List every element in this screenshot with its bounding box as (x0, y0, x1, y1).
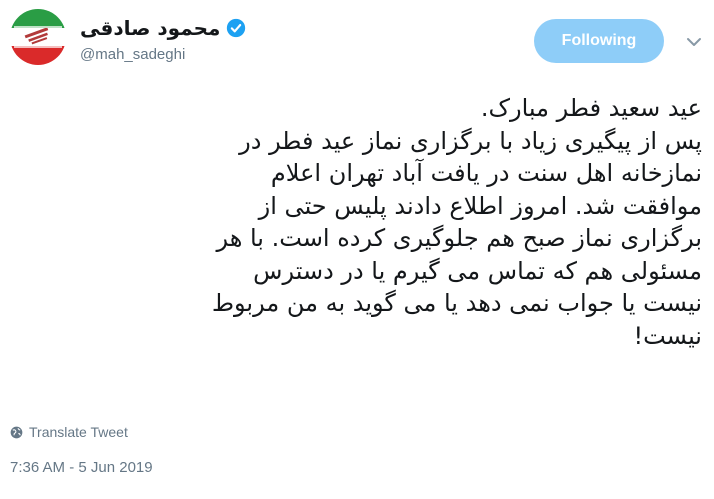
tweet-text-line: برگزاری نماز صبح هم جلوگیری کرده است. با… (216, 224, 702, 252)
tweet-timestamp[interactable]: 7:36 AM - 5 Jun 2019 (10, 459, 153, 476)
verified-badge-icon (227, 18, 246, 38)
following-button[interactable]: Following (534, 19, 664, 63)
author-display-name[interactable]: محمود صادقی (80, 16, 220, 40)
chevron-down-icon[interactable] (686, 36, 702, 48)
avatar[interactable] (10, 9, 66, 65)
tweet-text-line: نمازخانه اهل سنت در یافت آباد تهران اعلا… (270, 159, 702, 187)
tweet-card: محمود صادقی @mah_sadeghi Following عید س… (0, 0, 714, 499)
translate-tweet-label[interactable]: Translate Tweet (29, 424, 128, 440)
tweet-text-line: پس از پیگیری زیاد با برگزاری نماز عید فط… (239, 126, 702, 155)
author-handle[interactable]: @mah_sadeghi (80, 46, 185, 63)
tweet-text-line: موافقت شد. امروز اطلاع دادند پلیس حتی از (258, 191, 702, 220)
tweet-text-line: مسئولی هم که تماس می گیرم یا در دسترس (253, 256, 702, 285)
tweet-text-line: نیست یا جواب نمی دهد یا می گوید به من مر… (211, 289, 702, 317)
iran-flag-avatar-icon (10, 9, 66, 65)
translate-tweet-link[interactable]: Translate Tweet (10, 424, 128, 440)
tweet-text: عید سعید فطر مبارک. پس از پیگیری زیاد با… (2, 92, 702, 352)
tweet-text-line: عید سعید فطر مبارک. (480, 94, 702, 122)
globe-icon (10, 426, 23, 438)
author-name-row[interactable]: محمود صادقی (80, 14, 246, 42)
tweet-text-line: نیست! (633, 321, 702, 350)
